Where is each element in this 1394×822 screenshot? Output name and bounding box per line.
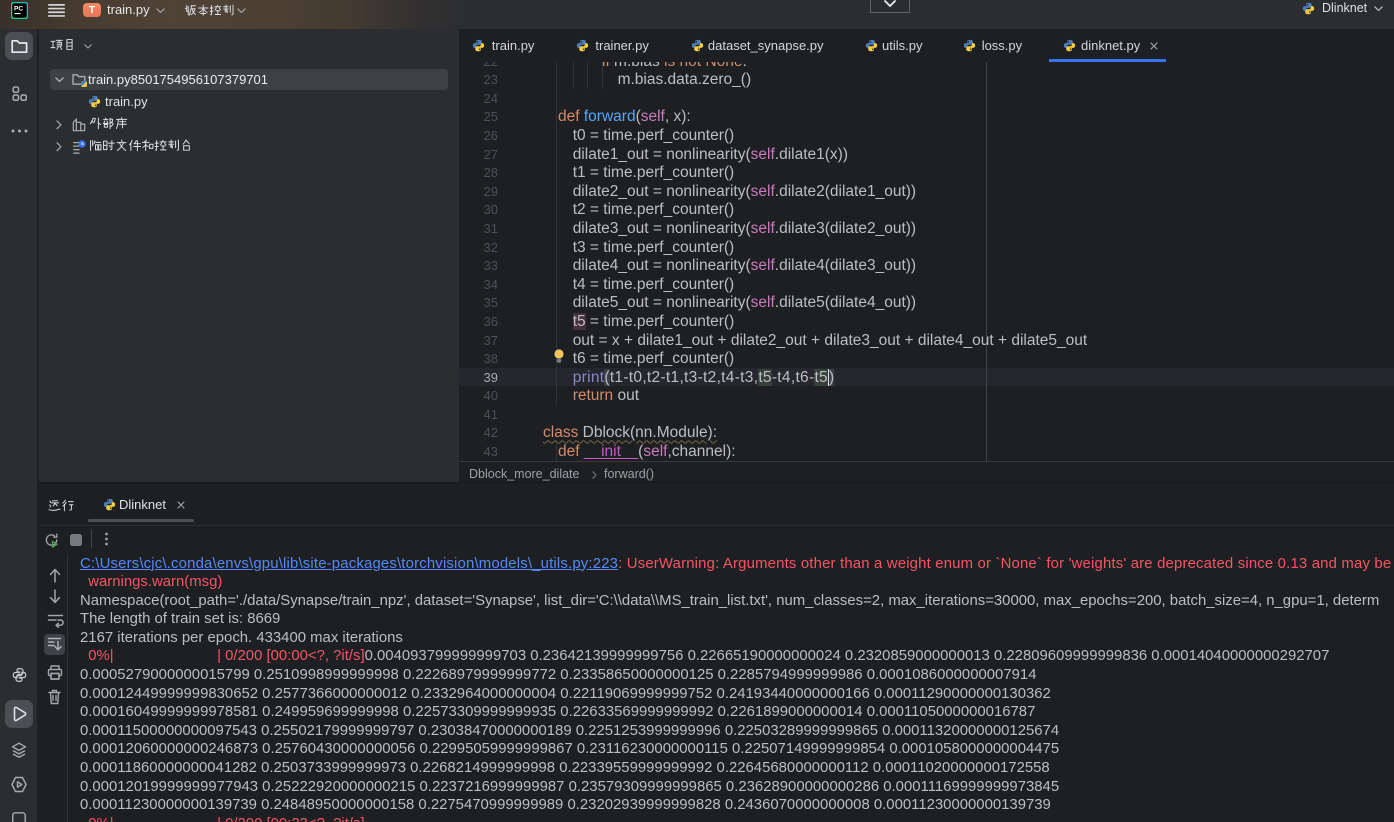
svg-text:PC: PC <box>14 6 23 13</box>
